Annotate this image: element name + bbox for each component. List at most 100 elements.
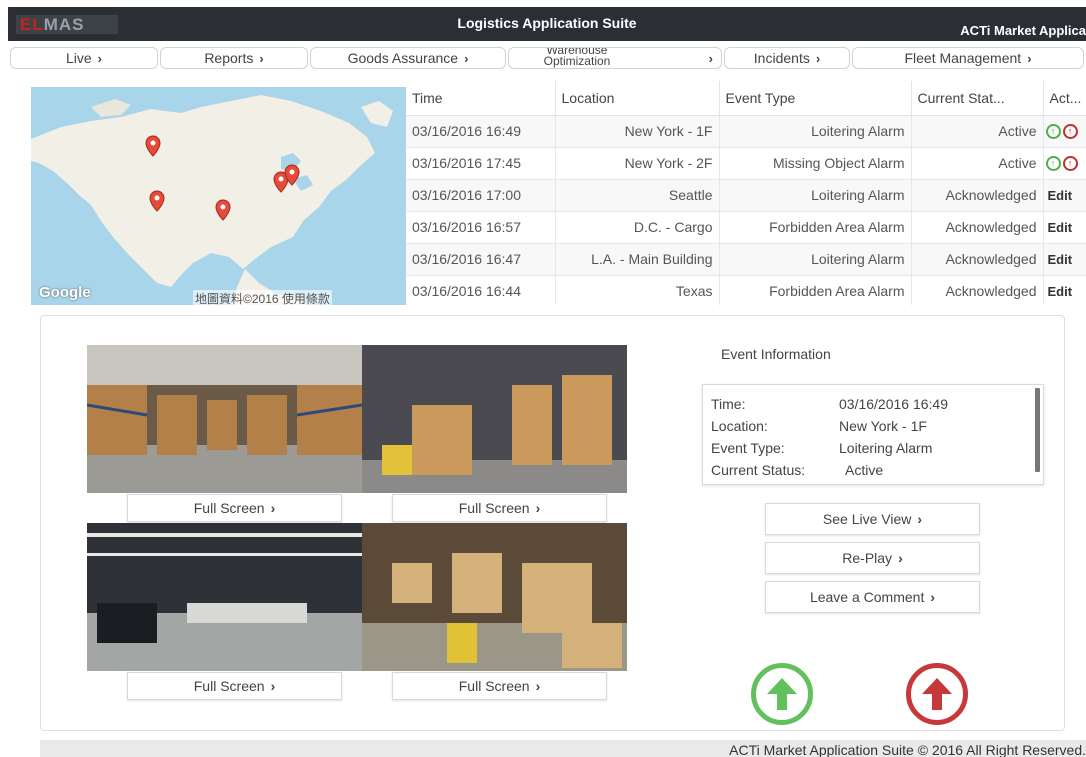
tab-label: Goods Assurance — [347, 50, 459, 66]
cell-event-type: Forbidden Area Alarm — [719, 211, 912, 244]
tab-label: Warenouse Optimization — [543, 47, 611, 68]
camera-feed-1[interactable] — [87, 345, 362, 493]
chevron-right-icon: › — [270, 678, 276, 694]
cell-action: ↑ ↑ — [1043, 147, 1086, 180]
cell-time: 03/16/2016 16:47 — [406, 243, 556, 276]
cell-action: ↑ ↑ — [1043, 115, 1086, 148]
cell-location: New York - 1F — [555, 115, 720, 148]
chevron-right-icon: › — [930, 589, 936, 605]
cell-event-type: Loitering Alarm — [719, 243, 912, 276]
field-value: New York - 1F — [839, 418, 927, 434]
page-title: Logistics Application Suite — [457, 15, 637, 31]
cell-event-type: Loitering Alarm — [719, 115, 912, 148]
title-bar: ELMAS Logistics Application Suite ACTi M… — [8, 7, 1086, 41]
cell-action: Edit — [1043, 275, 1086, 305]
map-brand-logo: Google — [39, 284, 91, 301]
escalate-event-button[interactable] — [906, 663, 968, 725]
tab-goods-assurance[interactable]: Goods Assurance › — [310, 47, 506, 69]
cell-status: Active — [911, 115, 1044, 148]
field-label: Event Type: — [711, 440, 785, 456]
tab-warehouse-optimization[interactable]: Warenouse Optimization › — [508, 47, 722, 69]
app-root: ELMAS Logistics Application Suite ACTi M… — [0, 0, 1086, 757]
chevron-right-icon: › — [815, 50, 821, 66]
button-label: Full Screen — [193, 500, 265, 516]
cell-status: Acknowledged — [911, 243, 1044, 276]
scrollbar[interactable] — [1035, 388, 1040, 472]
tab-incidents[interactable]: Incidents › — [724, 47, 850, 69]
full-screen-button[interactable]: Full Screen › — [392, 494, 607, 522]
full-screen-button[interactable]: Full Screen › — [127, 672, 342, 700]
button-label: Leave a Comment — [809, 589, 925, 605]
cell-location: Texas — [555, 275, 720, 305]
full-screen-button[interactable]: Full Screen › — [392, 672, 607, 700]
accept-up-arrow-icon[interactable]: ↑ — [1045, 123, 1061, 139]
cell-location: New York - 2F — [555, 147, 720, 180]
table-row[interactable]: 03/16/2016 16:57 D.C. - Cargo Forbidden … — [406, 211, 1086, 244]
events-table: Time Location Event Type Current Stat...… — [406, 81, 1086, 305]
chevron-right-icon: › — [708, 50, 713, 66]
tab-label: Live — [65, 50, 92, 66]
button-label: Full Screen — [458, 678, 530, 694]
field-value: 03/16/2016 16:49 — [839, 396, 948, 412]
replay-button[interactable]: Re-Play › — [765, 542, 980, 574]
warehouse-image — [362, 523, 627, 671]
table-row[interactable]: 03/16/2016 17:00 Seattle Loitering Alarm… — [406, 179, 1086, 212]
cell-status: Active — [911, 147, 1044, 180]
column-header-action[interactable]: Act... — [1043, 81, 1086, 116]
suite-name: ACTi Market Applica — [960, 23, 1086, 38]
tab-label: Reports — [204, 50, 254, 66]
table-row[interactable]: 03/16/2016 16:47 L.A. - Main Building Lo… — [406, 243, 1086, 276]
cell-location: L.A. - Main Building — [555, 243, 720, 276]
event-map[interactable]: Google 地圖資料©2016 使用條款 — [31, 87, 406, 305]
edit-button[interactable]: Edit — [1044, 220, 1073, 235]
warehouse-image — [87, 345, 362, 493]
event-info-row: Time: 03/16/2016 16:49 — [711, 396, 948, 412]
column-header-location[interactable]: Location — [555, 81, 720, 116]
table-row[interactable]: 03/16/2016 17:45 New York - 2F Missing O… — [406, 147, 1086, 180]
button-label: Re-Play — [842, 550, 893, 566]
accept-event-button[interactable] — [751, 663, 813, 725]
map-attribution-link[interactable]: 地圖資料©2016 使用條款 — [193, 290, 332, 305]
chevron-right-icon: › — [259, 50, 264, 66]
see-live-view-button[interactable]: See Live View › — [765, 503, 980, 535]
up-arrow-icon — [767, 678, 797, 710]
tab-label: Incidents — [753, 50, 810, 66]
camera-feed-3[interactable] — [87, 523, 362, 671]
escalate-up-arrow-icon[interactable]: ↑ — [1062, 123, 1078, 139]
camera-feed-4[interactable] — [362, 523, 627, 671]
chevron-right-icon: › — [270, 500, 276, 516]
edit-button[interactable]: Edit — [1044, 188, 1073, 203]
footer: ACTi Market Application Suite © 2016 All… — [40, 740, 1086, 757]
button-label: See Live View — [822, 511, 912, 527]
chevron-right-icon: › — [917, 511, 923, 527]
table-row[interactable]: 03/16/2016 16:49 New York - 1F Loitering… — [406, 115, 1086, 148]
warehouse-image — [362, 345, 627, 493]
table-row[interactable]: 03/16/2016 16:44 Texas Forbidden Area Al… — [406, 275, 1086, 305]
event-info-row: Location: New York - 1F — [711, 418, 927, 434]
chevron-right-icon: › — [97, 50, 103, 66]
tab-reports[interactable]: Reports › — [160, 47, 308, 69]
field-label: Current Status: — [711, 462, 806, 478]
tab-fleet-management[interactable]: Fleet Management › — [852, 47, 1084, 69]
field-value: Active — [845, 462, 884, 478]
full-screen-button[interactable]: Full Screen › — [127, 494, 342, 522]
edit-button[interactable]: Edit — [1044, 284, 1073, 299]
camera-feed-2[interactable] — [362, 345, 627, 493]
button-label: Full Screen — [458, 500, 530, 516]
accept-up-arrow-icon[interactable]: ↑ — [1045, 155, 1061, 171]
event-info-row: Event Type: Loitering Alarm — [711, 440, 932, 456]
edit-button[interactable]: Edit — [1044, 252, 1073, 267]
tab-live[interactable]: Live › — [10, 47, 158, 69]
cell-status: Acknowledged — [911, 211, 1044, 244]
main-nav: Live › Reports › Goods Assurance › Warenous… — [8, 45, 1086, 71]
column-header-status[interactable]: Current Stat... — [911, 81, 1044, 116]
escalate-up-arrow-icon[interactable]: ↑ — [1062, 155, 1078, 171]
column-header-time[interactable]: Time — [406, 81, 556, 116]
field-label: Time: — [711, 396, 746, 412]
chevron-right-icon: › — [535, 500, 541, 516]
event-info-row: Current Status: Active — [711, 462, 883, 478]
field-value: Loitering Alarm — [839, 440, 933, 456]
column-header-event-type[interactable]: Event Type — [719, 81, 912, 116]
leave-comment-button[interactable]: Leave a Comment › — [765, 581, 980, 613]
chevron-right-icon: › — [535, 678, 541, 694]
